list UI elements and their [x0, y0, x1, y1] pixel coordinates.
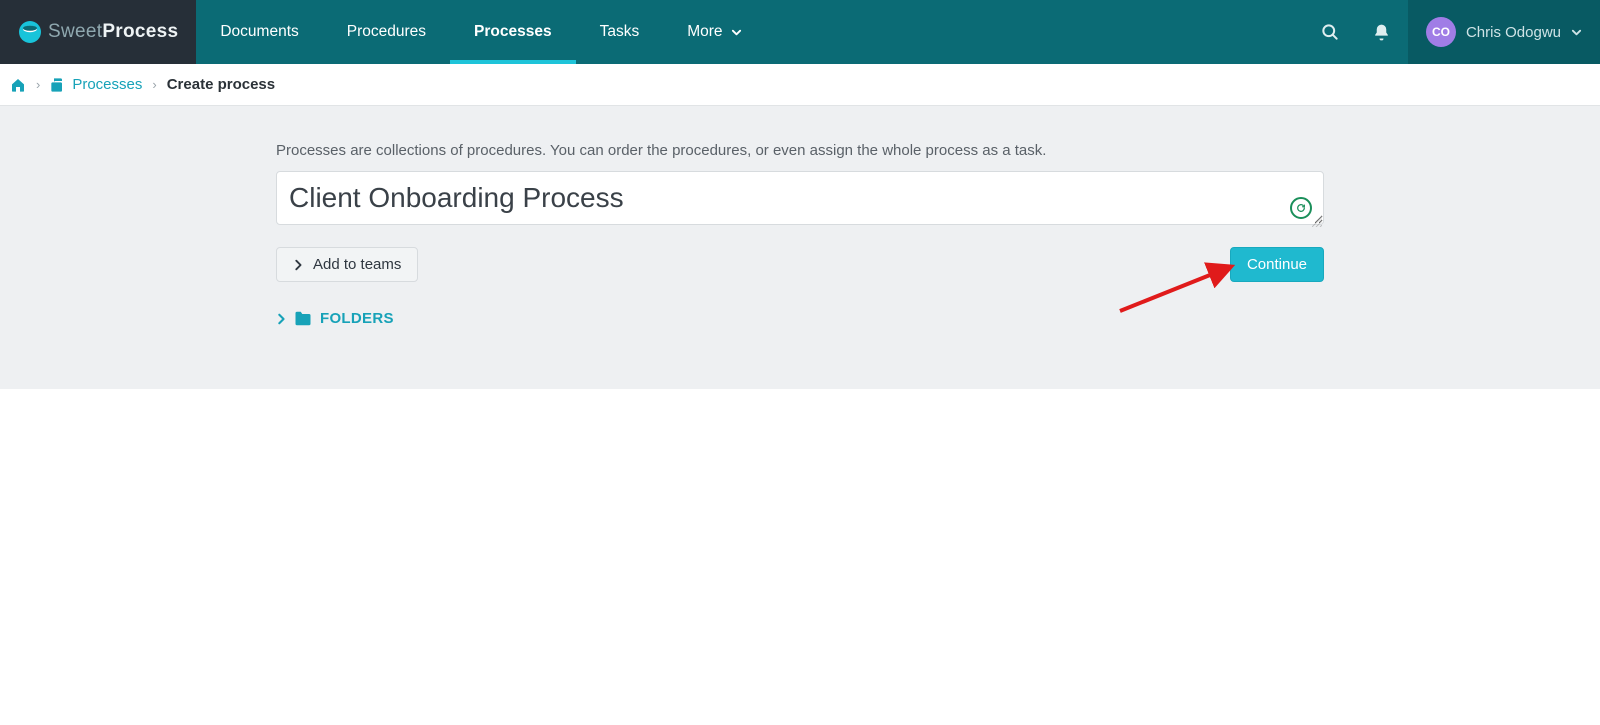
breadcrumb: › Processes › Create process [10, 76, 1590, 93]
chevron-down-icon [731, 27, 742, 38]
stack-icon [50, 77, 66, 93]
user-menu[interactable]: CO Chris Odogwu [1408, 0, 1600, 64]
chevron-right-icon [293, 259, 303, 271]
breadcrumb-home[interactable] [10, 77, 26, 93]
add-to-teams-button[interactable]: Add to teams [276, 247, 418, 282]
primary-nav: Documents Procedures Processes Tasks Mor… [196, 0, 765, 64]
nav-processes[interactable]: Processes [450, 0, 576, 64]
annotation-arrow-icon [1114, 261, 1244, 317]
avatar: CO [1426, 17, 1456, 47]
nav-processes-label: Processes [474, 23, 552, 41]
nav-more[interactable]: More [663, 0, 765, 64]
chevron-right-icon [276, 313, 286, 325]
bell-icon [1372, 23, 1391, 42]
helper-text: Processes are collections of procedures.… [276, 142, 1324, 159]
chevron-down-icon [1571, 27, 1582, 38]
page-body: Processes are collections of procedures.… [0, 106, 1600, 389]
resize-grip-icon [1312, 217, 1322, 227]
folder-icon [294, 311, 312, 326]
search-button[interactable] [1304, 0, 1356, 64]
title-input-wrap [276, 171, 1324, 229]
breadcrumb-current: Create process [167, 76, 275, 93]
folders-toggle[interactable]: FOLDERS [276, 310, 394, 327]
nav-procedures[interactable]: Procedures [323, 0, 450, 64]
grammarly-icon [1290, 197, 1312, 219]
continue-button[interactable]: Continue [1230, 247, 1324, 282]
chevron-right-icon: › [152, 77, 156, 92]
top-bar: SweetProcess Documents Procedures Proces… [0, 0, 1600, 64]
search-icon [1320, 22, 1340, 42]
nav-tasks[interactable]: Tasks [576, 0, 664, 64]
brand-logo[interactable]: SweetProcess [0, 0, 196, 64]
nav-documents[interactable]: Documents [196, 0, 322, 64]
notifications-button[interactable] [1356, 0, 1408, 64]
breadcrumb-processes-label: Processes [72, 76, 142, 93]
brand-text: SweetProcess [48, 21, 178, 43]
breadcrumb-bar: › Processes › Create process [0, 64, 1600, 106]
nav-procedures-label: Procedures [347, 23, 426, 41]
brand-icon [18, 20, 42, 44]
nav-documents-label: Documents [220, 23, 298, 41]
actions-row: Add to teams Continue [276, 247, 1324, 282]
nav-more-label: More [687, 23, 722, 41]
user-name: Chris Odogwu [1466, 24, 1561, 41]
nav-tasks-label: Tasks [600, 23, 640, 41]
folders-label: FOLDERS [320, 310, 394, 327]
process-title-input[interactable] [276, 171, 1324, 225]
folders-row: FOLDERS [276, 310, 1324, 329]
breadcrumb-processes[interactable]: Processes [50, 76, 142, 93]
add-to-teams-label: Add to teams [313, 256, 401, 273]
continue-label: Continue [1247, 256, 1307, 273]
home-icon [10, 77, 26, 93]
chevron-right-icon: › [36, 77, 40, 92]
